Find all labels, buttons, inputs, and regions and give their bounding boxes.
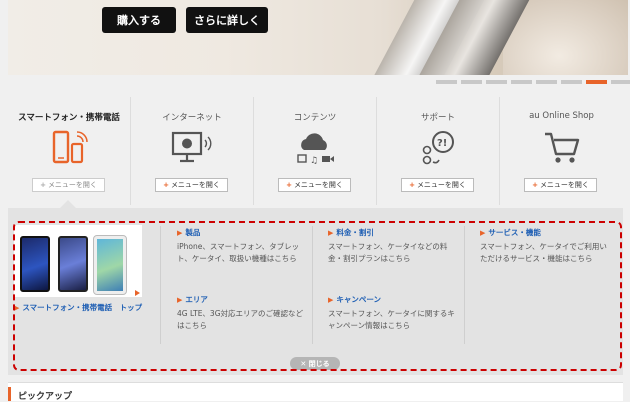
nav-smartphone[interactable]: スマートフォン・携帯電話 + メニューを開く <box>8 97 131 205</box>
plus-icon: + <box>532 181 538 189</box>
divider <box>160 226 161 344</box>
buy-button[interactable]: 購入する <box>102 7 176 33</box>
category-description: スマートフォン、ケータイでご利用いただけるサービス・機能はこちら <box>480 242 607 263</box>
category-products-link[interactable]: ▶ 製品 <box>177 227 200 238</box>
triangle-icon <box>135 290 140 296</box>
pickup-heading: ピックアップ <box>18 392 73 402</box>
divider <box>312 226 313 344</box>
category-title: 料金・割引 <box>336 228 374 237</box>
category-nav: スマートフォン・携帯電話 + メニューを開く インターネット + メニューを開く… <box>8 97 623 205</box>
open-menu-button[interactable]: + メニューを開く <box>524 178 597 192</box>
category-description: 4G LTE、3G対応エリアのご確認などはこちら <box>177 309 304 330</box>
slide-dot[interactable] <box>461 80 482 84</box>
slide-dot[interactable] <box>536 80 557 84</box>
nav-contents[interactable]: コンテンツ ♫ + メニューを開く <box>254 97 377 205</box>
open-menu-button[interactable]: + メニューを開く <box>32 178 105 192</box>
open-menu-button[interactable]: + メニューを開く <box>278 178 351 192</box>
slide-dot[interactable] <box>436 80 457 84</box>
open-menu-button[interactable]: + メニューを開く <box>401 178 474 192</box>
menu-label: メニューを開く <box>416 181 466 189</box>
triangle-icon: ▶ <box>480 229 486 237</box>
menu-label: メニューを開く <box>293 181 343 189</box>
slide-dot-active[interactable] <box>586 80 607 84</box>
category-services-link[interactable]: ▶ サービス・機能 <box>480 227 541 238</box>
close-menu-button[interactable]: ✕ 閉じる <box>290 357 340 370</box>
category-description: iPhone、スマートフォン、タブレット、ケータイ、取扱い機種はこちら <box>177 242 300 263</box>
phone-image <box>93 235 127 295</box>
nav-support[interactable]: サポート ?! + メニューを開く <box>377 97 500 205</box>
slide-dot[interactable] <box>511 80 532 84</box>
divider <box>464 226 465 344</box>
nav-title[interactable]: コンテンツ <box>254 111 376 123</box>
smartphone-icon <box>8 130 130 166</box>
category-title: キャンペーン <box>336 295 382 304</box>
phone-image <box>58 236 88 292</box>
cloud-media-icon: ♫ <box>254 130 376 166</box>
hero-banner: 購入する さらに詳しく <box>8 0 628 75</box>
plus-icon: + <box>40 181 46 189</box>
nav-title[interactable]: サポート <box>377 111 499 123</box>
smartphone-top-link[interactable]: ▶ スマートフォン・携帯電話 トップ <box>14 302 142 313</box>
slide-indicator <box>436 80 630 84</box>
chat-question-icon: ?! <box>377 130 499 166</box>
dropdown-pointer <box>60 200 76 208</box>
triangle-icon: ▶ <box>328 296 334 304</box>
category-description: スマートフォン、ケータイなどの料金・割引プランはこちら <box>328 242 448 263</box>
triangle-icon: ▶ <box>177 296 183 304</box>
section-accent-bar <box>8 387 11 401</box>
category-title: エリア <box>185 295 208 304</box>
category-pricing-link[interactable]: ▶ 料金・割引 <box>328 227 374 238</box>
slide-dot[interactable] <box>611 80 630 84</box>
pickup-section: ピックアップ <box>8 382 623 402</box>
nav-online-shop[interactable]: au Online Shop + メニューを開く <box>500 97 623 205</box>
slide-dot[interactable] <box>486 80 507 84</box>
menu-label: メニューを開く <box>539 181 589 189</box>
top-link-label: スマートフォン・携帯電話 トップ <box>22 303 143 312</box>
category-title: 製品 <box>185 228 201 237</box>
triangle-icon: ▶ <box>328 229 334 237</box>
menu-label: メニューを開く <box>47 181 97 189</box>
phone-image <box>20 236 50 292</box>
svg-text:♫: ♫ <box>310 156 318 166</box>
nav-internet[interactable]: インターネット + メニューを開く <box>131 97 254 205</box>
nav-title[interactable]: スマートフォン・携帯電話 <box>8 111 130 123</box>
open-menu-button[interactable]: + メニューを開く <box>155 178 228 192</box>
monitor-wifi-icon <box>131 130 253 166</box>
cart-icon <box>500 130 623 166</box>
plus-icon: + <box>163 181 169 189</box>
plus-icon: + <box>409 181 415 189</box>
nav-title[interactable]: au Online Shop <box>500 111 623 121</box>
triangle-icon: ▶ <box>14 304 20 312</box>
plus-icon: + <box>286 181 292 189</box>
menu-label: メニューを開く <box>170 181 220 189</box>
slide-dot[interactable] <box>561 80 582 84</box>
category-title: サービス・機能 <box>488 228 541 237</box>
category-area-link[interactable]: ▶ エリア <box>177 294 208 305</box>
more-details-button[interactable]: さらに詳しく <box>186 7 268 33</box>
nav-title[interactable]: インターネット <box>131 111 253 123</box>
category-description: スマートフォン、ケータイに関するキャンペーン情報はこちら <box>328 309 455 330</box>
category-campaign-link[interactable]: ▶ キャンペーン <box>328 294 381 305</box>
triangle-icon: ▶ <box>177 229 183 237</box>
svg-text:?!: ?! <box>437 138 447 149</box>
